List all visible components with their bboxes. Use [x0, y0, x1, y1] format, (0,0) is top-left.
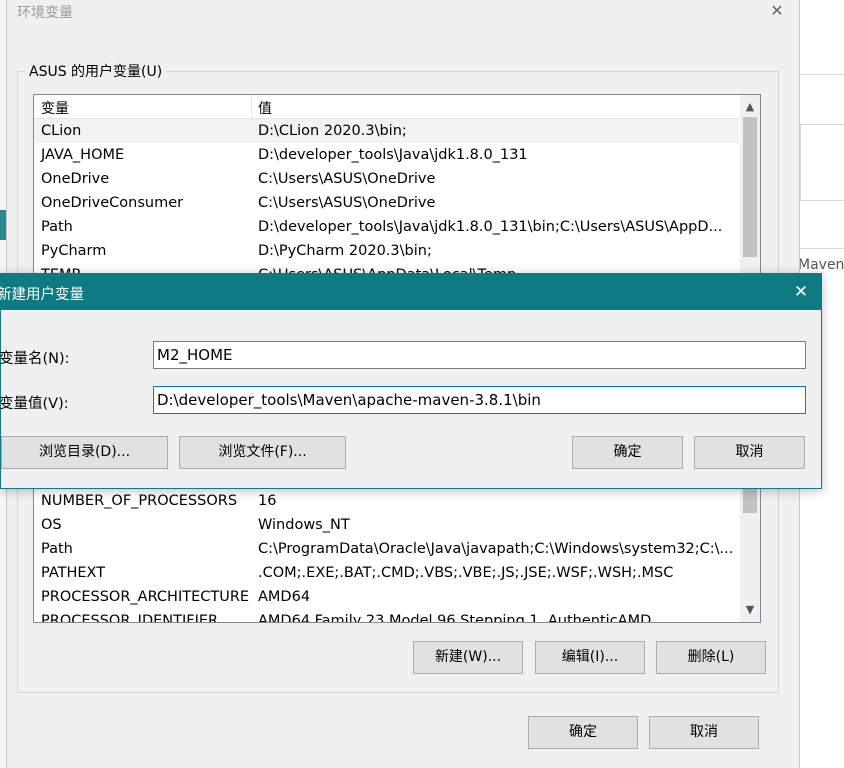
variable-name: PyCharm	[41, 243, 107, 259]
delete-variable-button[interactable]: 删除(L)	[656, 641, 766, 674]
dialog-title: 环境变量	[17, 5, 73, 21]
browse-file-button[interactable]: 浏览文件(F)...	[179, 436, 346, 469]
variable-value: D:\developer_tools\Java\jdk1.8.0_131\bin…	[258, 219, 723, 235]
ok-button[interactable]: 确定	[572, 436, 683, 469]
background-divider	[800, 200, 844, 201]
close-icon[interactable]: ✕	[767, 1, 787, 21]
variable-name-label: 变量名(N):	[0, 351, 70, 367]
cancel-button[interactable]: 取消	[694, 436, 805, 469]
variable-value-field[interactable]: D:\developer_tools\Maven\apache-maven-3.…	[153, 386, 806, 414]
variable-name: PROCESSOR_ARCHITECTURE	[41, 589, 250, 605]
variable-name-field[interactable]: M2_HOME	[153, 341, 806, 369]
table-row[interactable]: PROCESSOR_ARCHITECTURE AMD64	[34, 585, 739, 609]
column-separator[interactable]	[251, 95, 252, 119]
variable-name: Path	[41, 219, 73, 235]
scroll-down-icon[interactable]: ▼	[740, 600, 760, 620]
variable-value-label: 变量值(V):	[0, 396, 69, 412]
variable-name: PATHEXT	[41, 565, 106, 581]
variable-value: AMD64	[258, 589, 311, 605]
table-row[interactable]: PATHEXT .COM;.EXE;.BAT;.CMD;.VBS;.VBE;.J…	[34, 561, 739, 585]
edit-variable-button[interactable]: 编辑(I)...	[535, 641, 645, 674]
table-row[interactable]: OneDriveConsumer C:\Users\ASUS\OneDrive	[34, 191, 739, 215]
close-icon[interactable]: ✕	[791, 282, 811, 302]
user-variables-group-label: ASUS 的用户变量(U)	[25, 61, 167, 81]
background-divider	[800, 248, 844, 249]
cancel-button[interactable]: 取消	[649, 716, 759, 749]
variable-value: D:\developer_tools\Java\jdk1.8.0_131	[258, 147, 528, 163]
table-row[interactable]: JAVA_HOME D:\developer_tools\Java\jdk1.8…	[34, 143, 739, 167]
scroll-thumb[interactable]	[743, 117, 757, 257]
new-variable-button[interactable]: 新建(W)...	[413, 641, 523, 674]
variable-value: 16	[258, 493, 277, 509]
variable-name: OneDriveConsumer	[41, 195, 184, 211]
column-header-value[interactable]: 值	[258, 98, 272, 118]
ok-button[interactable]: 确定	[528, 716, 638, 749]
table-row[interactable]: Path C:\ProgramData\Oracle\Java\javapath…	[34, 537, 739, 561]
variable-name: JAVA_HOME	[41, 147, 125, 163]
column-header-name[interactable]: 变量	[41, 98, 69, 118]
variable-value: C:\ProgramData\Oracle\Java\javapath;C:\W…	[258, 541, 734, 557]
variable-value: .COM;.EXE;.BAT;.CMD;.VBS;.VBE;.JS;.JSE;.…	[258, 565, 674, 581]
table-row[interactable]: PyCharm D:\PyCharm 2020.3\bin;	[34, 239, 739, 263]
variable-name: NUMBER_OF_PROCESSORS	[41, 493, 238, 509]
browse-directory-button[interactable]: 浏览目录(D)...	[1, 436, 168, 469]
variable-value: AMD64 Family 23 Model 96 Stepping 1, Aut…	[258, 613, 652, 623]
new-user-variable-dialog: 新建用户变量 ✕ 变量名(N): M2_HOME 变量值(V): D:\deve…	[0, 273, 822, 489]
table-row[interactable]: OS Windows_NT	[34, 513, 739, 537]
table-row[interactable]: CLion D:\CLion 2020.3\bin;	[34, 119, 739, 143]
background-divider	[800, 74, 844, 75]
variable-value: C:\Users\ASUS\OneDrive	[258, 195, 436, 211]
table-row[interactable]: OneDrive C:\Users\ASUS\OneDrive	[34, 167, 739, 191]
variable-name: PROCESSOR_IDENTIFIER	[41, 613, 219, 623]
table-row[interactable]: NUMBER_OF_PROCESSORS 16	[34, 489, 739, 513]
dialog-title: 新建用户变量	[0, 287, 84, 303]
variable-name: OS	[41, 517, 62, 533]
background-panel-right	[800, 125, 844, 200]
scroll-up-icon[interactable]: ▲	[740, 97, 760, 117]
variable-value: C:\Users\ASUS\OneDrive	[258, 171, 436, 187]
list-header: 变量 值	[34, 95, 739, 119]
table-row[interactable]: PROCESSOR_IDENTIFIER AMD64 Family 23 Mod…	[34, 609, 739, 623]
variable-name: OneDrive	[41, 171, 110, 187]
variable-name: Path	[41, 541, 73, 557]
background-panel-right-top	[800, 74, 844, 124]
variable-value: D:\CLion 2020.3\bin;	[258, 123, 407, 139]
variable-name: CLion	[41, 123, 82, 139]
background-maven-tab: Maven	[798, 257, 844, 273]
dialog-titlebar[interactable]: 新建用户变量 ✕	[0, 274, 821, 310]
variable-value: Windows_NT	[258, 517, 350, 533]
table-row[interactable]: Path D:\developer_tools\Java\jdk1.8.0_13…	[34, 215, 739, 239]
variable-value: D:\PyCharm 2020.3\bin;	[258, 243, 432, 259]
